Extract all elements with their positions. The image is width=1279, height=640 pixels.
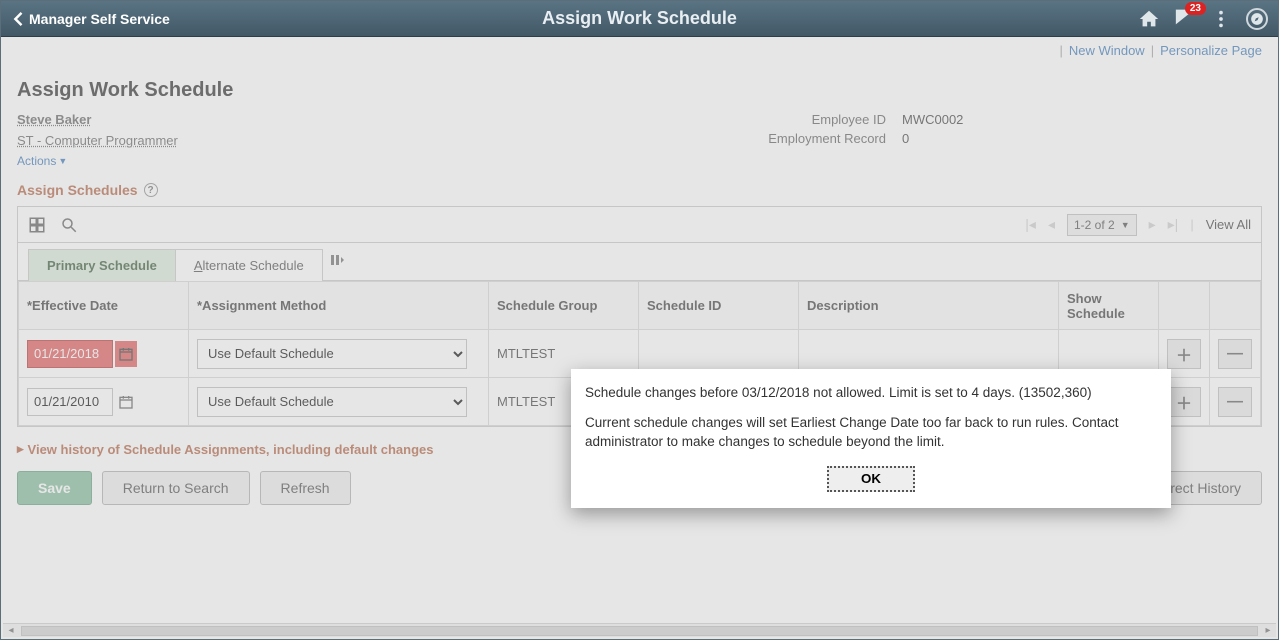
pager-first-icon[interactable]: |◂ <box>1025 216 1036 233</box>
notifications-icon[interactable]: 23 <box>1174 6 1196 31</box>
pager-next-icon[interactable]: ▸ <box>1149 216 1156 233</box>
refresh-button[interactable]: Refresh <box>260 471 351 505</box>
effective-date-input[interactable] <box>27 388 113 416</box>
home-icon[interactable] <box>1138 8 1160 30</box>
new-window-link[interactable]: New Window <box>1069 43 1145 58</box>
modal-message-line2: Current schedule changes will set Earlie… <box>585 413 1157 452</box>
error-modal: Schedule changes before 03/12/2018 not a… <box>571 369 1171 508</box>
back-button[interactable]: Manager Self Service <box>1 1 182 36</box>
employee-name[interactable]: Steve Baker <box>17 112 91 127</box>
personalize-page-link[interactable]: Personalize Page <box>1160 43 1262 58</box>
tabs-expand-icon[interactable] <box>330 253 344 270</box>
banner-actions: 23 <box>1138 6 1268 31</box>
caret-down-icon: ▼ <box>58 156 67 166</box>
pager-last-icon[interactable]: ▸| <box>1168 216 1179 233</box>
col-schedule-id[interactable]: Schedule ID <box>639 282 799 330</box>
assignment-method-select[interactable]: Use Default Schedule <box>197 339 467 369</box>
col-effective-date[interactable]: *Effective Date <box>19 282 189 330</box>
save-button[interactable]: Save <box>17 471 92 505</box>
tab-alternate-schedule[interactable]: Alternate Schedule <box>175 249 323 281</box>
delete-row-button[interactable]: — <box>1218 387 1252 417</box>
modal-message-line1: Schedule changes before 03/12/2018 not a… <box>585 383 1157 403</box>
notifications-count: 23 <box>1185 2 1206 15</box>
expand-arrow-icon: ▸ <box>17 441 24 457</box>
return-to-search-button[interactable]: Return to Search <box>102 471 250 505</box>
employee-id-value: MWC0002 <box>902 112 963 127</box>
horizontal-scrollbar[interactable]: ◂ ▸ <box>3 623 1276 637</box>
assignment-method-select[interactable]: Use Default Schedule <box>197 387 467 417</box>
view-all-link[interactable]: View All <box>1206 217 1251 232</box>
pager-range-dropdown[interactable]: 1-2 of 2 ▼ <box>1067 214 1137 236</box>
pager-prev-icon[interactable]: ◂ <box>1048 216 1055 233</box>
actions-dropdown[interactable]: Actions ▼ <box>17 154 722 168</box>
scroll-left-icon[interactable]: ◂ <box>3 624 19 638</box>
effective-date-field[interactable] <box>27 388 180 416</box>
compass-icon[interactable] <box>1246 8 1268 30</box>
effective-date-input[interactable] <box>27 340 113 368</box>
kebab-menu-icon[interactable] <box>1210 8 1232 30</box>
employee-role: ST - Computer Programmer <box>17 133 178 148</box>
scroll-right-icon[interactable]: ▸ <box>1260 624 1276 638</box>
employee-id-label: Employee ID <box>722 112 902 127</box>
banner-title: Assign Work Schedule <box>542 8 737 29</box>
col-schedule-group[interactable]: Schedule Group <box>489 282 639 330</box>
calendar-icon[interactable] <box>115 389 137 415</box>
employment-record-label: Employment Record <box>722 131 902 146</box>
page-links: | New Window | Personalize Page <box>1 37 1278 63</box>
section-title: Assign Schedules ? <box>17 182 1262 198</box>
calendar-icon[interactable] <box>115 341 137 367</box>
help-icon[interactable]: ? <box>144 183 158 197</box>
back-label: Manager Self Service <box>29 11 170 27</box>
chevron-left-icon <box>13 12 23 26</box>
search-icon[interactable] <box>60 216 78 234</box>
caret-down-icon: ▼ <box>1121 220 1130 230</box>
scroll-thumb[interactable] <box>21 626 1258 636</box>
add-row-button[interactable]: ＋ <box>1167 387 1201 417</box>
effective-date-field[interactable] <box>27 340 180 368</box>
grid-settings-icon[interactable] <box>28 216 46 234</box>
page-title: Assign Work Schedule <box>17 79 1262 102</box>
app-banner: Manager Self Service Assign Work Schedul… <box>1 1 1278 37</box>
modal-ok-button[interactable]: OK <box>827 466 915 492</box>
add-row-button[interactable]: ＋ <box>1167 339 1201 369</box>
delete-row-button[interactable]: — <box>1218 339 1252 369</box>
tab-primary-schedule[interactable]: Primary Schedule <box>28 249 176 281</box>
employment-record-value: 0 <box>902 131 909 146</box>
col-description[interactable]: Description <box>799 282 1059 330</box>
col-assignment-method[interactable]: *Assignment Method <box>189 282 489 330</box>
col-show-schedule[interactable]: Show Schedule <box>1059 282 1159 330</box>
